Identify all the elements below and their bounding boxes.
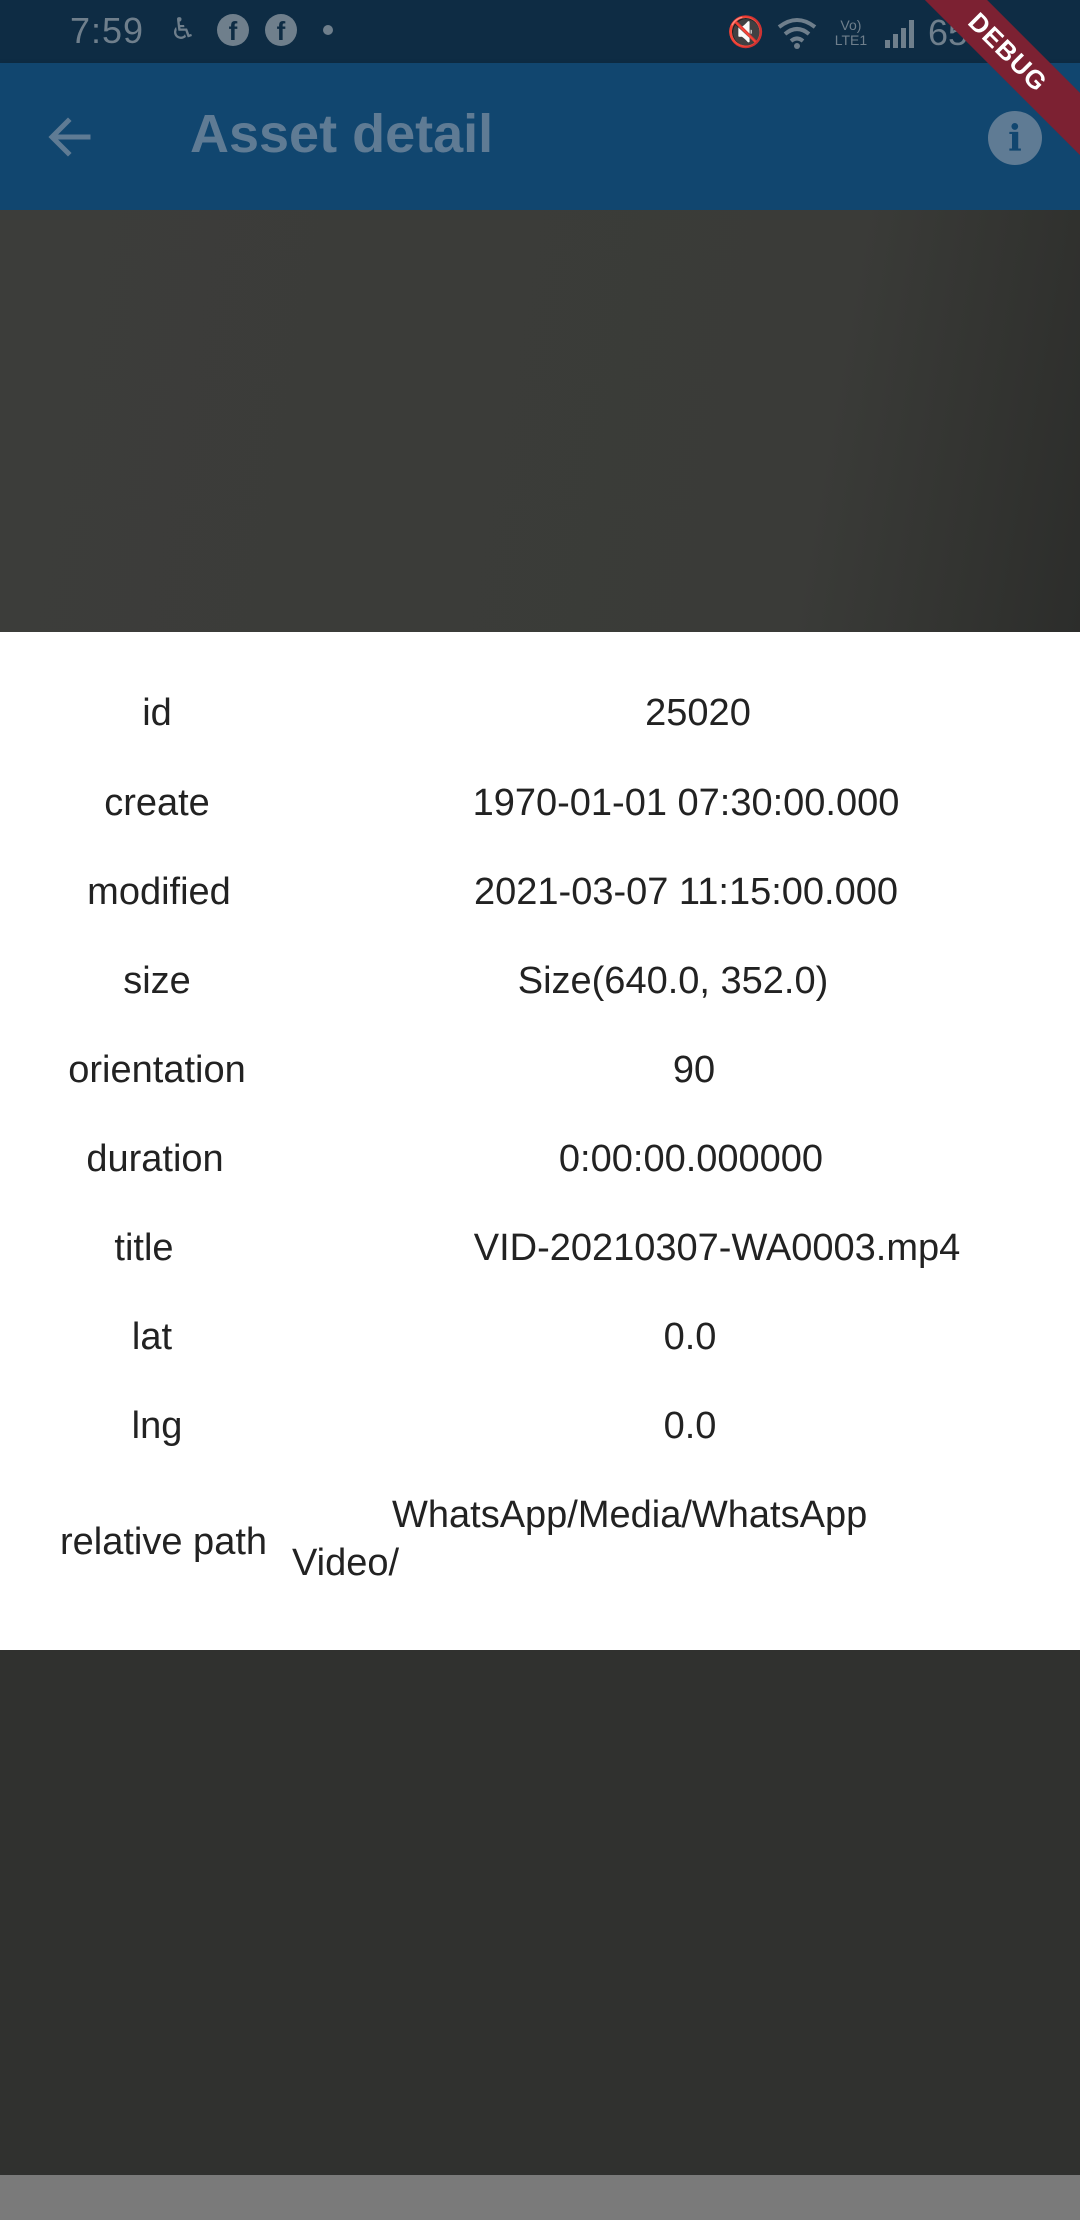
volte-lte-icon: Vo) LTE1 bbox=[834, 17, 868, 48]
accessibility-icon: ♿ bbox=[169, 13, 197, 46]
status-time: 7:59 bbox=[70, 10, 145, 51]
info-label: duration bbox=[86, 1138, 224, 1180]
info-label: lng bbox=[131, 1405, 183, 1447]
info-value-line-1: WhatsApp/Media/WhatsApp bbox=[392, 1494, 868, 1536]
info-label: size bbox=[123, 960, 191, 1002]
app-bar: Asset detail i bbox=[0, 63, 1080, 210]
info-value: VID-20210307-WA0003.mp4 bbox=[473, 1227, 961, 1269]
info-value: 2021-03-07 11:15:00.000 bbox=[474, 871, 898, 913]
info-label: orientation bbox=[68, 1049, 246, 1091]
asset-info-dialog: id 25020 create 1970-01-01 07:30:00.000 … bbox=[0, 632, 1080, 1650]
info-label: lat bbox=[131, 1316, 173, 1358]
info-label: modified bbox=[87, 871, 231, 913]
status-bar: 7:59 ♿ f f 🔇 Vo) LTE1 65% bbox=[0, 0, 1080, 63]
info-value: 0:00:00.000000 bbox=[558, 1138, 824, 1180]
more-notifications-dot-icon bbox=[323, 25, 333, 35]
info-label: relative path bbox=[60, 1521, 268, 1563]
info-row-relative-path: relative path WhatsApp/Media/WhatsApp Vi… bbox=[0, 1494, 1080, 1604]
info-button[interactable]: i bbox=[988, 111, 1042, 165]
page-title: Asset detail bbox=[190, 104, 494, 164]
video-preview-top bbox=[0, 210, 1080, 632]
info-value: 25020 bbox=[645, 692, 751, 734]
back-arrow-icon bbox=[48, 117, 91, 157]
notification-icons: ♿ f f bbox=[165, 12, 333, 48]
info-value: 0.0 bbox=[663, 1316, 717, 1358]
info-label: title bbox=[114, 1227, 174, 1269]
wifi-icon bbox=[777, 18, 817, 49]
app-screen: 7:59 ♿ f f 🔇 Vo) LTE1 65% bbox=[0, 0, 1080, 2220]
navigation-bar bbox=[0, 2175, 1080, 2220]
video-preview-bottom bbox=[0, 1650, 1080, 2175]
mute-icon: 🔇 bbox=[726, 16, 765, 49]
info-value: Size(640.0, 352.0) bbox=[517, 960, 829, 1002]
signal-strength-icon bbox=[884, 18, 914, 48]
info-icon: i bbox=[1008, 118, 1022, 160]
back-button[interactable] bbox=[40, 107, 100, 167]
facebook-icon: f bbox=[217, 14, 249, 46]
info-value-line-2: Video/ bbox=[292, 1542, 400, 1584]
info-label: id bbox=[142, 692, 172, 734]
facebook-icon: f bbox=[265, 14, 297, 46]
info-label: create bbox=[104, 782, 210, 824]
info-value: 90 bbox=[672, 1049, 716, 1091]
info-value: 1970-01-01 07:30:00.000 bbox=[472, 782, 900, 824]
info-value: 0.0 bbox=[663, 1405, 717, 1447]
